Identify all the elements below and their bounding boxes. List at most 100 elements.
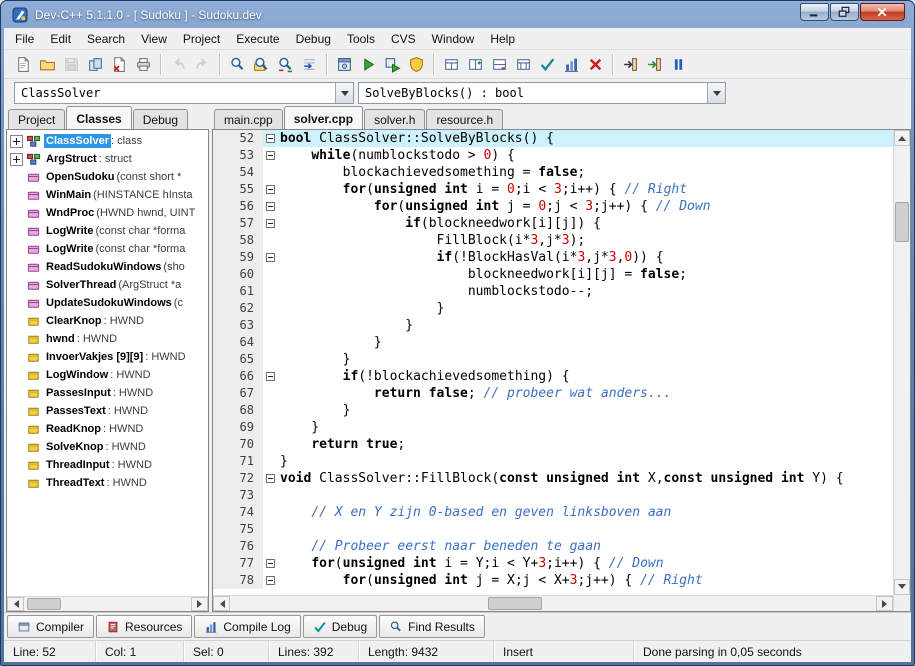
- goto-declaration-button[interactable]: [618, 52, 642, 76]
- editor-vscroll-track[interactable]: [894, 146, 910, 579]
- tab-debug[interactable]: Debug: [132, 109, 189, 129]
- project-add-button[interactable]: [463, 52, 487, 76]
- line-number[interactable]: 62: [213, 300, 263, 317]
- code-text[interactable]: // Probeer eerst naar beneden te gaan: [280, 538, 893, 555]
- tab-classes[interactable]: Classes: [66, 106, 132, 129]
- code-text[interactable]: if(!blockachievedsomething) {: [280, 368, 893, 385]
- code-line-72[interactable]: 72 void ClassSolver::FillBlock(const unsi…: [213, 470, 893, 487]
- tree-item-solveknop[interactable]: SolveKnop : HWND: [7, 438, 208, 456]
- code-text[interactable]: }: [280, 351, 893, 368]
- tree-item-winmain[interactable]: WinMain (HINSTANCE hInsta: [7, 186, 208, 204]
- restore-button[interactable]: [830, 3, 859, 21]
- editor-tab-resource-h[interactable]: resource.h: [426, 109, 504, 129]
- class-combobox-value[interactable]: ClassSolver: [15, 86, 335, 100]
- line-number[interactable]: 55: [213, 181, 263, 198]
- menu-item-file[interactable]: File: [7, 29, 42, 49]
- menu-item-debug[interactable]: Debug: [288, 29, 339, 49]
- code-text[interactable]: blockachievedsomething = false;: [280, 164, 893, 181]
- code-line-66[interactable]: 66 if(!blockachievedsomething) {: [213, 368, 893, 385]
- code-text[interactable]: if(blockneedwork[i][j]) {: [280, 215, 893, 232]
- fold-marker-icon[interactable]: [263, 215, 280, 232]
- bottom-tab-compile-log[interactable]: Compile Log: [194, 615, 301, 638]
- code-text[interactable]: return true;: [280, 436, 893, 453]
- line-number[interactable]: 57: [213, 215, 263, 232]
- fold-collapse-box[interactable]: [266, 219, 275, 228]
- project-remove-button[interactable]: [487, 52, 511, 76]
- code-line-54[interactable]: 54 blockachievedsomething = false;: [213, 164, 893, 181]
- tree-scroll-track[interactable]: [24, 597, 191, 611]
- undo-button[interactable]: [166, 52, 190, 76]
- code-text[interactable]: if(!BlockHasVal(i*3,j*3,0)) {: [280, 249, 893, 266]
- find-in-files-button[interactable]: [249, 52, 273, 76]
- code-text[interactable]: }: [280, 402, 893, 419]
- fold-marker-icon[interactable]: [263, 249, 280, 266]
- pause-button[interactable]: [666, 52, 690, 76]
- save-button[interactable]: [59, 52, 83, 76]
- fold-collapse-box[interactable]: [266, 576, 275, 585]
- editor-vertical-scrollbar[interactable]: [894, 130, 910, 595]
- new-file-button[interactable]: [11, 52, 35, 76]
- fold-marker-icon[interactable]: [263, 198, 280, 215]
- fold-collapse-box[interactable]: [266, 202, 275, 211]
- run-button[interactable]: [356, 52, 380, 76]
- fold-collapse-box[interactable]: [266, 372, 275, 381]
- menu-item-project[interactable]: Project: [175, 29, 228, 49]
- expander-plus-icon[interactable]: [10, 152, 23, 166]
- editor-scroll-right-button[interactable]: [876, 596, 893, 611]
- line-number[interactable]: 77: [213, 555, 263, 572]
- close-button[interactable]: [860, 3, 905, 21]
- tree-item-threadtext[interactable]: ThreadText : HWND: [7, 474, 208, 492]
- fold-marker-icon[interactable]: [263, 470, 280, 487]
- code-text[interactable]: }: [280, 300, 893, 317]
- line-number[interactable]: 75: [213, 521, 263, 538]
- code-text[interactable]: }: [280, 317, 893, 334]
- project-new-source-button[interactable]: [439, 52, 463, 76]
- member-combobox[interactable]: SolveByBlocks() : bool: [358, 81, 726, 104]
- code-text[interactable]: }: [280, 334, 893, 351]
- menu-item-window[interactable]: Window: [424, 29, 483, 49]
- open-button[interactable]: [35, 52, 59, 76]
- fold-collapse-box[interactable]: [266, 559, 275, 568]
- replace-button[interactable]: [273, 52, 297, 76]
- close-file-button[interactable]: [107, 52, 131, 76]
- code-text[interactable]: }: [280, 419, 893, 436]
- code-text[interactable]: for(unsigned int i = 0;i < 3;i++) { // R…: [280, 181, 893, 198]
- line-number[interactable]: 64: [213, 334, 263, 351]
- code-line-74[interactable]: 74 // X en Y zijn 0-based en geven links…: [213, 504, 893, 521]
- code-line-55[interactable]: 55 for(unsigned int i = 0;i < 3;i++) { /…: [213, 181, 893, 198]
- tree-item-logwrite[interactable]: LogWrite (const char *forma: [7, 240, 208, 258]
- tree-scroll-left-button[interactable]: [7, 597, 24, 611]
- code-line-57[interactable]: 57 if(blockneedwork[i][j]) {: [213, 215, 893, 232]
- code-text[interactable]: for(unsigned int i = Y;i < Y+3;i++) { //…: [280, 555, 893, 572]
- save-all-button[interactable]: [83, 52, 107, 76]
- code-line-64[interactable]: 64 }: [213, 334, 893, 351]
- code-text[interactable]: [280, 521, 893, 538]
- code-text[interactable]: for(unsigned int j = 0;j < 3;j++) { // D…: [280, 198, 893, 215]
- line-number[interactable]: 56: [213, 198, 263, 215]
- code-line-69[interactable]: 69 }: [213, 419, 893, 436]
- code-text[interactable]: for(unsigned int j = X;j < X+3;j++) { //…: [280, 572, 893, 589]
- bottom-tab-find-results[interactable]: Find Results: [379, 615, 485, 638]
- tree-item-invoervakjes-9-9[interactable]: InvoerVakjes [9][9] : HWND: [7, 348, 208, 366]
- code-text[interactable]: FillBlock(i*3,j*3);: [280, 232, 893, 249]
- line-number[interactable]: 72: [213, 470, 263, 487]
- tree-item-passesinput[interactable]: PassesInput : HWND: [7, 384, 208, 402]
- menu-item-view[interactable]: View: [133, 29, 175, 49]
- tree-item-logwrite[interactable]: LogWrite (const char *forma: [7, 222, 208, 240]
- profile-button[interactable]: [559, 52, 583, 76]
- bottom-tab-debug[interactable]: Debug: [302, 615, 378, 638]
- code-line-62[interactable]: 62 }: [213, 300, 893, 317]
- editor-scroll-down-button[interactable]: [894, 579, 910, 595]
- code-line-68[interactable]: 68 }: [213, 402, 893, 419]
- fold-marker-icon[interactable]: [263, 181, 280, 198]
- menu-item-tools[interactable]: Tools: [339, 29, 383, 49]
- tree-item-passestext[interactable]: PassesText : HWND: [7, 402, 208, 420]
- line-number[interactable]: 61: [213, 283, 263, 300]
- menu-item-search[interactable]: Search: [79, 29, 133, 49]
- code-line-52[interactable]: 52 bool ClassSolver::SolveByBlocks() {: [213, 130, 893, 147]
- code-line-70[interactable]: 70 return true;: [213, 436, 893, 453]
- code-line-67[interactable]: 67 return false; // probeer wat anders..…: [213, 385, 893, 402]
- fold-marker-icon[interactable]: [263, 555, 280, 572]
- code-line-78[interactable]: 78 for(unsigned int j = X;j < X+3;j++) {…: [213, 572, 893, 589]
- compile-button[interactable]: [332, 52, 356, 76]
